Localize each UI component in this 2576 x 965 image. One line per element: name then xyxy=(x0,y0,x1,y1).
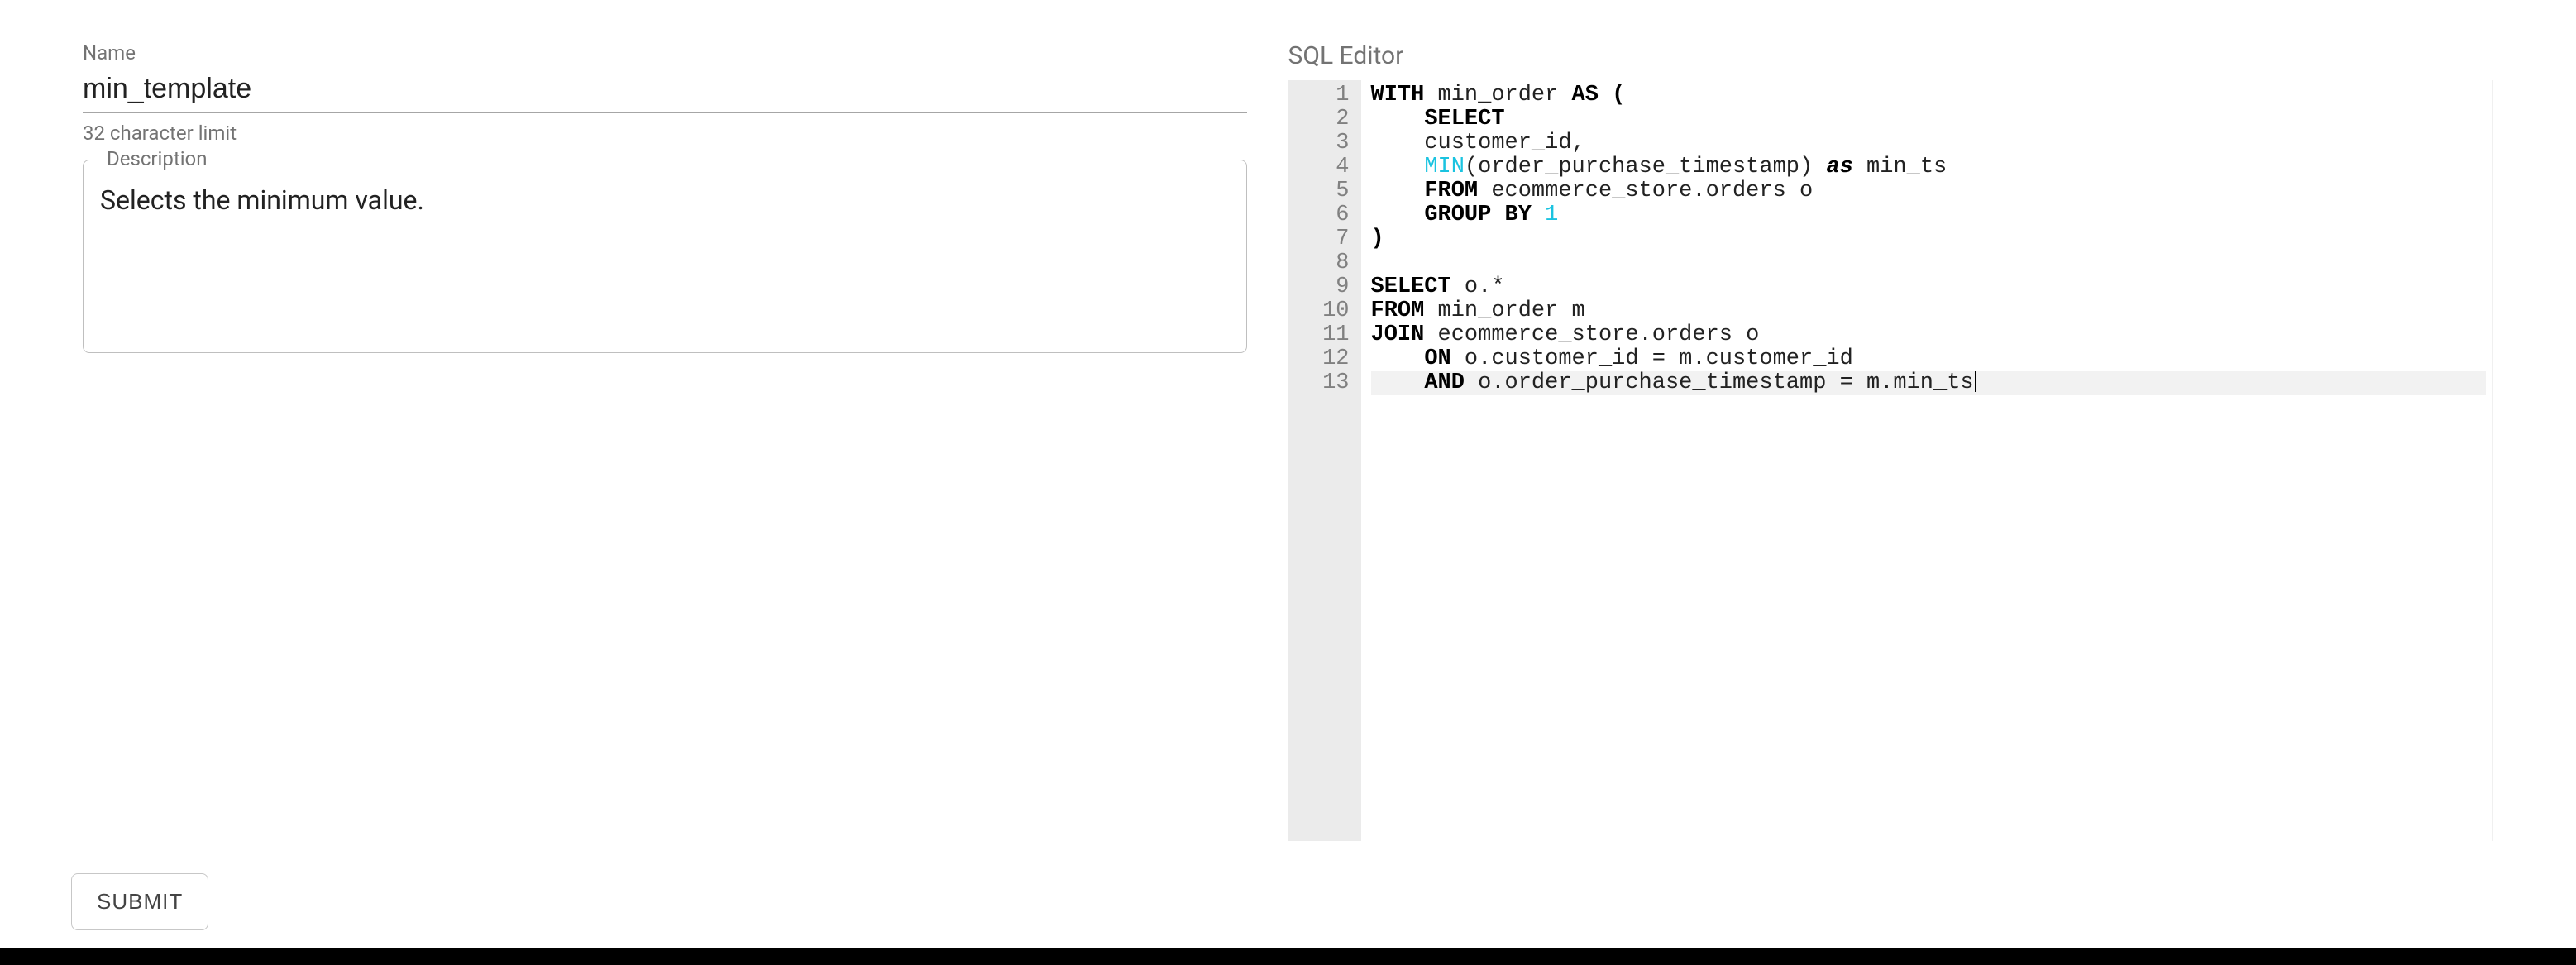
name-helper-text: 32 character limit xyxy=(83,122,1247,145)
code-line[interactable]: GROUP BY 1 xyxy=(1371,203,2487,227)
gutter-line-number: 3 xyxy=(1307,131,1350,155)
gutter-line-number: 9 xyxy=(1307,275,1350,299)
form-panel: Name 32 character limit Description SUBM… xyxy=(0,0,1288,965)
sql-editor-panel: SQL Editor 12345678910111213 WITH min_or… xyxy=(1288,0,2576,965)
code-line[interactable]: AND o.order_purchase_timestamp = m.min_t… xyxy=(1371,371,2487,395)
gutter-line-number: 6 xyxy=(1307,203,1350,227)
name-input[interactable] xyxy=(83,69,1247,113)
description-label: Description xyxy=(100,147,214,170)
name-label: Name xyxy=(83,41,1247,64)
code-line[interactable]: FROM min_order m xyxy=(1371,299,2487,323)
sql-editor-title: SQL Editor xyxy=(1288,41,2494,70)
code-line[interactable] xyxy=(1371,251,2487,275)
gutter-line-number: 5 xyxy=(1307,179,1350,203)
submit-button[interactable]: SUBMIT xyxy=(71,873,208,930)
code-line[interactable]: MIN(order_purchase_timestamp) as min_ts xyxy=(1371,155,2487,179)
code-line[interactable]: customer_id, xyxy=(1371,131,2487,155)
description-field: Description xyxy=(83,160,1247,353)
gutter-line-number: 11 xyxy=(1307,323,1350,347)
code-line[interactable]: SELECT o.* xyxy=(1371,275,2487,299)
code-line[interactable]: ) xyxy=(1371,227,2487,251)
description-textarea[interactable] xyxy=(100,184,1230,332)
gutter-line-number: 8 xyxy=(1307,251,1350,275)
bottom-border xyxy=(0,948,2576,965)
gutter-line-number: 12 xyxy=(1307,347,1350,371)
code-line[interactable]: FROM ecommerce_store.orders o xyxy=(1371,179,2487,203)
gutter-line-number: 10 xyxy=(1307,299,1350,323)
gutter-line-number: 2 xyxy=(1307,107,1350,131)
editor-code[interactable]: WITH min_order AS ( SELECT customer_id, … xyxy=(1361,80,2493,841)
gutter-line-number: 7 xyxy=(1307,227,1350,251)
gutter-line-number: 13 xyxy=(1307,371,1350,395)
code-line[interactable]: JOIN ecommerce_store.orders o xyxy=(1371,323,2487,347)
code-line[interactable]: ON o.customer_id = m.customer_id xyxy=(1371,347,2487,371)
sql-editor[interactable]: 12345678910111213 WITH min_order AS ( SE… xyxy=(1288,80,2494,841)
code-line[interactable]: WITH min_order AS ( xyxy=(1371,84,2487,107)
code-line[interactable]: SELECT xyxy=(1371,107,2487,131)
gutter-line-number: 1 xyxy=(1307,84,1350,107)
gutter-line-number: 4 xyxy=(1307,155,1350,179)
editor-gutter: 12345678910111213 xyxy=(1288,80,1361,841)
